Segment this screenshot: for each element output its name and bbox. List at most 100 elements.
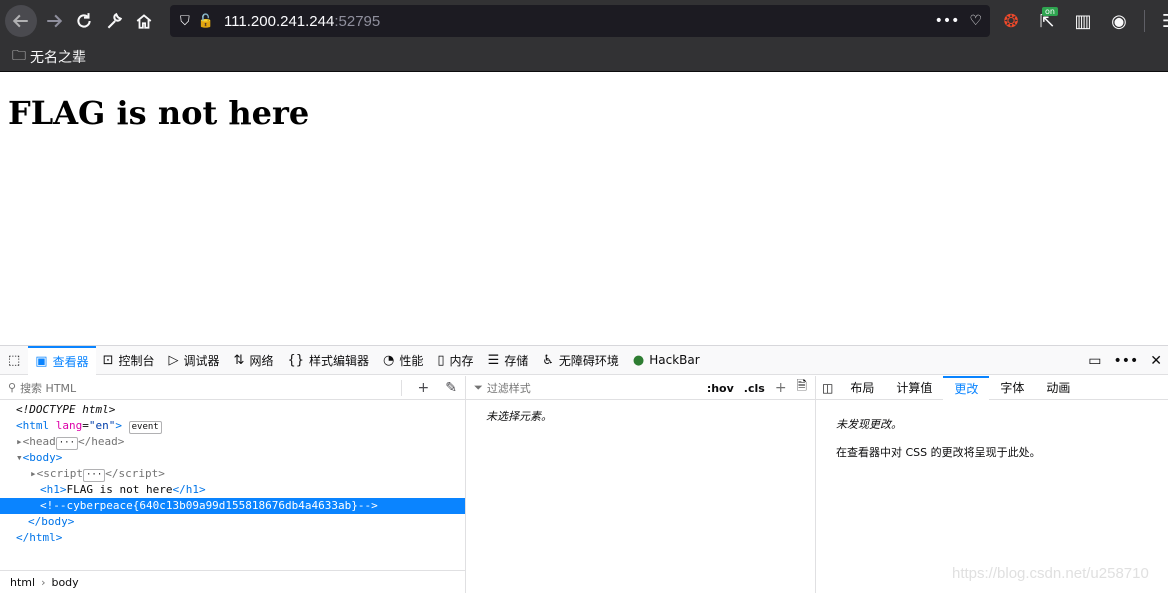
home-icon xyxy=(136,14,152,29)
tab-storage[interactable]: ☰ 存储 xyxy=(481,346,536,375)
toggle-pane-icon[interactable]: ◫ xyxy=(816,376,839,400)
reload-button[interactable] xyxy=(69,6,99,36)
bookmark-folder[interactable]: 🗀 无名之辈 xyxy=(12,45,86,69)
eyedropper-icon[interactable]: ✎ xyxy=(445,380,457,396)
console-icon: ⊡ xyxy=(102,352,114,368)
tab-label: 控制台 xyxy=(118,353,155,368)
extension-icon[interactable]: ❂ xyxy=(996,6,1026,36)
style-filter-input[interactable]: 过滤样式 xyxy=(487,380,531,396)
html-search[interactable]: ⚲ 搜索 HTML + ✎ xyxy=(0,376,465,400)
tree-line[interactable]: ▸<head ··· </head> xyxy=(0,434,465,450)
picker-icon: ⬚ xyxy=(8,352,21,368)
hov-button[interactable]: :hov xyxy=(707,382,734,395)
back-arrow-icon xyxy=(12,14,28,28)
home-button[interactable] xyxy=(129,6,159,36)
body-tag: body xyxy=(29,451,56,464)
breadcrumb-item[interactable]: body xyxy=(51,576,78,589)
tree-line[interactable]: ▸<script ··· </script> xyxy=(0,466,465,482)
tree-line[interactable]: </body> xyxy=(0,514,465,530)
shield-icon[interactable]: ⛉ xyxy=(180,14,190,29)
tab-hackbar[interactable]: ● HackBar xyxy=(626,346,707,375)
changes-hint: 在查看器中对 CSS 的更改将呈现于此处。 xyxy=(836,446,1041,459)
tab-computed[interactable]: 计算值 xyxy=(885,376,943,400)
accessibility-icon: ♿ xyxy=(542,352,554,368)
folder-icon: 🗀 xyxy=(12,47,26,64)
body-close-tag: body xyxy=(41,515,68,528)
element-picker-button[interactable]: ⬚ xyxy=(0,346,28,375)
h1-text: FLAG is not here xyxy=(66,483,173,496)
tab-label: 存储 xyxy=(504,353,529,368)
html-search-input[interactable]: 搜索 HTML xyxy=(20,380,76,396)
tab-accessibility[interactable]: ♿ 无障碍环境 xyxy=(535,346,626,375)
rules-toolbar: ⏷ 过滤样式 :hov .cls + 🗎 xyxy=(466,376,815,400)
flag-comment: <!--cyberpeace{640c13b09a99d155818676db4… xyxy=(40,499,378,512)
storage-icon: ☰ xyxy=(487,352,500,368)
event-badge[interactable]: event xyxy=(128,421,162,434)
account-icon[interactable]: ◉ xyxy=(1104,6,1134,36)
tab-layout[interactable]: 布局 xyxy=(839,376,885,400)
breadcrumb-item[interactable]: html xyxy=(10,576,35,589)
insecure-lock-icon[interactable]: 🔓 xyxy=(198,14,214,29)
ellipsis-badge[interactable]: ··· xyxy=(83,469,106,482)
cls-button[interactable]: .cls xyxy=(744,382,765,395)
lang-value: "en" xyxy=(88,419,116,432)
tab-performance[interactable]: ◔ 性能 xyxy=(376,346,430,375)
close-icon[interactable]: ✕ xyxy=(1150,353,1162,369)
tab-changes[interactable]: 更改 xyxy=(943,375,990,400)
more-options-icon[interactable]: ••• xyxy=(1113,353,1138,369)
back-button[interactable] xyxy=(5,5,37,37)
markup-tree: <!DOCTYPE html> <html lang="en"> event ▸… xyxy=(0,400,465,546)
tree-line[interactable]: <!DOCTYPE html> xyxy=(0,402,465,418)
print-simulation-icon[interactable]: 🗎 xyxy=(797,377,807,399)
forward-arrow-icon xyxy=(47,14,63,28)
head-tag: head xyxy=(29,435,56,448)
pocket-icon[interactable]: ♡ xyxy=(969,13,982,29)
dock-icon[interactable]: ▭ xyxy=(1088,353,1101,369)
expand-arrow-icon[interactable]: ▸ xyxy=(30,467,37,480)
tab-label: 查看器 xyxy=(52,354,89,369)
ellipsis-badge[interactable]: ··· xyxy=(55,437,79,450)
script-tag: script xyxy=(43,467,83,480)
add-rule-icon[interactable]: + xyxy=(775,380,787,396)
sidebar-icon[interactable]: ▥ xyxy=(1068,6,1098,36)
tab-animations[interactable]: 动画 xyxy=(1035,376,1081,400)
tree-line[interactable]: ▾<body> xyxy=(0,450,465,466)
tree-line[interactable]: </html> xyxy=(0,530,465,546)
no-element-message: 未选择元素。 xyxy=(486,410,552,423)
tab-memory[interactable]: ▯ 内存 xyxy=(430,346,480,375)
tree-line[interactable]: <html lang="en"> event xyxy=(0,418,465,434)
page-actions-icon[interactable]: ••• xyxy=(935,13,960,29)
tab-console[interactable]: ⊡ 控制台 xyxy=(96,346,162,375)
toolbar-extensions: ❂ ⇱ ▥ ◉ ☰ xyxy=(996,6,1168,36)
menu-icon[interactable]: ☰ xyxy=(1155,6,1168,36)
browser-window: ⛉ 🔓 111.200.241.244:52795 ••• ♡ ❂ ⇱ ▥ ◉ … xyxy=(0,0,1168,593)
collapse-arrow-icon[interactable]: ▾ xyxy=(16,451,23,464)
tab-network[interactable]: ⇅ 网络 xyxy=(227,346,281,375)
tree-line[interactable]: <h1>FLAG is not here</h1> xyxy=(0,482,465,498)
doctype-node: <!DOCTYPE html> xyxy=(16,403,116,416)
debugger-icon: ▷ xyxy=(168,352,179,368)
extension-on-badge: on xyxy=(1042,7,1058,16)
expand-arrow-icon[interactable]: ▸ xyxy=(16,435,23,448)
page-heading: FLAG is not here xyxy=(8,94,310,132)
tab-debugger[interactable]: ▷ 调试器 xyxy=(162,346,227,375)
tree-line-selected[interactable]: <!--cyberpeace{640c13b09a99d155818676db4… xyxy=(0,498,465,514)
chevron-right-icon: › xyxy=(41,576,46,589)
tab-style-editor[interactable]: {} 样式编辑器 xyxy=(280,346,376,375)
address-bar[interactable]: ⛉ 🔓 111.200.241.244:52795 ••• ♡ xyxy=(170,5,990,37)
inspector-icon: ▣ xyxy=(35,353,48,369)
customize-button[interactable] xyxy=(99,6,129,36)
rules-view: ⏷ 过滤样式 :hov .cls + 🗎 未选择元素。 xyxy=(466,376,816,593)
devtools-controls: ▭ ••• ✕ xyxy=(1088,346,1162,375)
devtools-panel: ⬚ ▣ 查看器 ⊡ 控制台 ▷ 调试器 ⇅ 网络 {} 样式编辑器 ◔ 性能 ▯… xyxy=(0,345,1168,593)
tab-label: 内存 xyxy=(449,353,474,368)
tab-fonts[interactable]: 字体 xyxy=(989,376,1035,400)
add-node-icon[interactable]: + xyxy=(418,380,430,396)
forward-button[interactable] xyxy=(39,6,69,36)
tab-label: 网络 xyxy=(249,353,274,368)
tab-label: HackBar xyxy=(649,353,700,367)
head-close-tag: head xyxy=(91,435,118,448)
devtools-tabbar: ⬚ ▣ 查看器 ⊡ 控制台 ▷ 调试器 ⇅ 网络 {} 样式编辑器 ◔ 性能 ▯… xyxy=(0,345,1168,375)
tab-inspector[interactable]: ▣ 查看器 xyxy=(28,345,96,375)
style-editor-icon: {} xyxy=(287,352,305,368)
